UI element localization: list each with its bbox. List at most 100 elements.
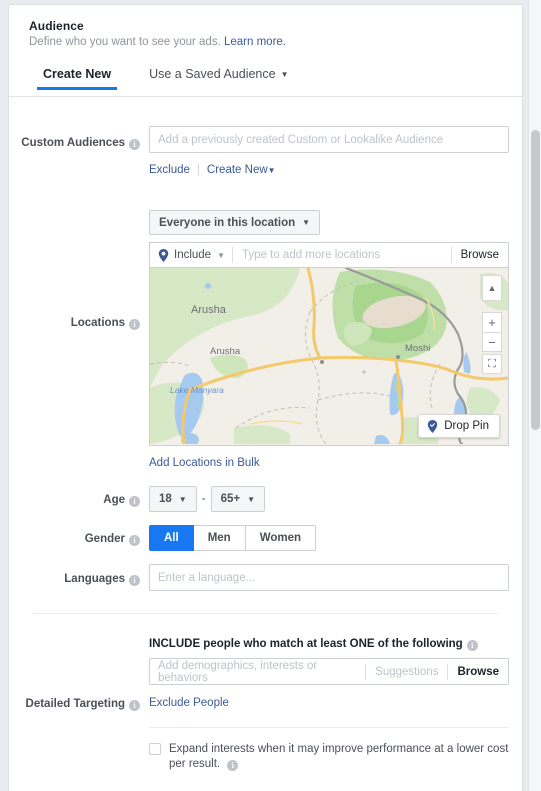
location-browse-button[interactable]: Browse (452, 249, 508, 261)
location-search-bar: Include ▼ Type to add more locations Bro… (149, 242, 509, 268)
locations-label-text: Locations (70, 317, 125, 329)
location-include-label: Include (174, 249, 212, 261)
location-scope-dropdown[interactable]: Everyone in this location ▼ (149, 210, 321, 235)
info-icon[interactable]: i (227, 760, 239, 771)
expand-interests-label-text: Expand interests when it may improve per… (169, 743, 509, 770)
age-max-value: 65+ (220, 493, 241, 505)
gender-option-all[interactable]: All (149, 525, 194, 551)
drop-pin-button[interactable]: Drop Pin (418, 414, 500, 438)
map-pin-icon (428, 419, 438, 433)
info-icon[interactable]: i (129, 496, 140, 507)
gender-option-women[interactable]: Women (245, 525, 317, 551)
detailed-targeting-browse-button[interactable]: Browse (448, 666, 508, 678)
page-subtitle: Define who you want to see your ads. Lea… (29, 36, 522, 48)
detailed-targeting-row: Detailed Targeting i INCLUDE people who m… (9, 638, 522, 772)
tab-saved-audience[interactable]: Use a Saved Audience ▼ (143, 67, 294, 90)
gender-label: Gender i (9, 525, 149, 547)
custom-audiences-input[interactable]: Add a previously created Custom or Looka… (149, 126, 509, 153)
audience-tabs: Create New Use a Saved Audience ▼ (9, 67, 522, 97)
page-title: Audience (29, 19, 84, 33)
languages-field: Enter a language... (149, 564, 509, 591)
compass-icon[interactable]: ▲ (482, 275, 502, 301)
age-field: 18 ▼ - 65+ ▼ (149, 486, 506, 512)
page-scrollbar[interactable] (528, 0, 541, 791)
expand-interests-row: Expand interests when it may improve per… (149, 742, 519, 772)
drop-pin-label: Drop Pin (444, 420, 489, 432)
include-heading: INCLUDE people who match at least ONE of… (149, 638, 506, 651)
expand-interests-label: Expand interests when it may improve per… (169, 742, 519, 772)
detailed-targeting-input[interactable]: Add demographics, interests or behaviors… (149, 658, 509, 685)
info-icon[interactable]: i (129, 575, 140, 586)
zoom-in-button[interactable]: + (482, 312, 502, 332)
languages-label: Languages i (9, 564, 149, 587)
create-new-audience-link[interactable]: Create New (207, 164, 268, 176)
info-icon[interactable]: i (129, 319, 140, 330)
location-search-placeholder: Type to add more locations (242, 249, 381, 261)
bulk-locations-row: Add Locations in Bulk (149, 453, 506, 471)
locations-row: Locations i Everyone in this location ▼ I… (9, 210, 522, 471)
detailed-targeting-field: INCLUDE people who match at least ONE of… (149, 638, 509, 772)
custom-audiences-field: Add a previously created Custom or Looka… (149, 126, 509, 178)
age-max-dropdown[interactable]: 65+ ▼ (210, 486, 265, 512)
age-row: Age i 18 ▼ - 65+ ▼ (9, 486, 522, 512)
languages-label-text: Languages (64, 573, 125, 585)
learn-more-link[interactable]: Learn more. (224, 36, 286, 48)
include-heading-text: INCLUDE people who match at least ONE of… (149, 638, 463, 650)
chevron-down-icon: ▼ (247, 494, 255, 504)
exclude-audience-link[interactable]: Exclude (149, 164, 190, 176)
add-locations-bulk-link[interactable]: Add Locations in Bulk (149, 457, 260, 469)
age-min-value: 18 (159, 493, 172, 505)
info-icon[interactable]: i (129, 700, 140, 711)
link-separator: | (196, 164, 200, 176)
chevron-down-icon: ▼ (302, 218, 311, 227)
tab-create-new[interactable]: Create New (37, 67, 117, 90)
scrollbar-thumb[interactable] (531, 130, 540, 430)
gender-segmented-control: All Men Women (149, 525, 317, 551)
languages-row: Languages i Enter a language... (9, 564, 522, 591)
chevron-down-icon: ▼ (280, 70, 289, 79)
languages-input[interactable]: Enter a language... (149, 564, 509, 591)
chevron-down-icon: ▼ (217, 250, 226, 260)
section-divider (33, 613, 498, 614)
audience-card: Audience Define who you want to see your… (8, 4, 523, 791)
card-header: Audience Define who you want to see your… (9, 5, 522, 48)
age-min-dropdown[interactable]: 18 ▼ (149, 486, 197, 512)
age-range-dash: - (201, 493, 206, 505)
languages-placeholder: Enter a language... (158, 571, 256, 584)
suggestions-button[interactable]: Suggestions (366, 666, 447, 678)
age-label-text: Age (103, 494, 125, 506)
custom-audiences-placeholder: Add a previously created Custom or Looka… (158, 133, 444, 146)
custom-audiences-row: Custom Audiences i Add a previously creat… (9, 126, 522, 178)
info-icon[interactable]: i (466, 640, 478, 651)
location-include-dropdown[interactable]: Include ▼ (150, 243, 232, 267)
location-scope-label: Everyone in this location (159, 216, 296, 229)
info-icon[interactable]: i (129, 139, 140, 150)
custom-audiences-links: Exclude | Create New▼ (149, 160, 506, 178)
gender-row: Gender i All Men Women (9, 525, 522, 551)
map-controls: ▲ + − ⛶ (482, 275, 502, 374)
tab-create-new-label: Create New (43, 67, 112, 81)
detailed-targeting-label-text: Detailed Targeting (25, 698, 125, 710)
map-pin-icon (158, 248, 169, 262)
expand-interests-checkbox[interactable] (149, 743, 161, 755)
custom-audiences-label-text: Custom Audiences (21, 137, 125, 149)
detailed-targeting-placeholder: Add demographics, interests or behaviors (158, 659, 318, 684)
location-search-input[interactable]: Type to add more locations (233, 249, 451, 261)
locations-label: Locations i (9, 210, 149, 331)
info-icon[interactable]: i (129, 535, 140, 546)
exclude-people-link[interactable]: Exclude People (149, 697, 229, 709)
custom-audiences-label: Custom Audiences i (9, 126, 149, 151)
gender-label-text: Gender (84, 533, 125, 545)
subtitle-text: Define who you want to see your ads. (29, 36, 221, 48)
tab-saved-audience-label: Use a Saved Audience (149, 67, 276, 81)
location-map[interactable]: Arusha Arusha Moshi Lake Manyara Kiliman… (149, 268, 509, 446)
detailed-targeting-divider (149, 727, 509, 728)
locations-field: Everyone in this location ▼ Include ▼ Ty… (149, 210, 509, 471)
detailed-targeting-label: Detailed Targeting i (9, 638, 149, 712)
chevron-down-icon: ▼ (178, 494, 187, 504)
gender-option-men[interactable]: Men (193, 525, 246, 551)
exclude-people-row: Exclude People (149, 693, 506, 711)
chevron-down-icon[interactable]: ▼ (268, 166, 276, 175)
fullscreen-icon[interactable]: ⛶ (482, 354, 502, 374)
zoom-out-button[interactable]: − (482, 332, 502, 352)
